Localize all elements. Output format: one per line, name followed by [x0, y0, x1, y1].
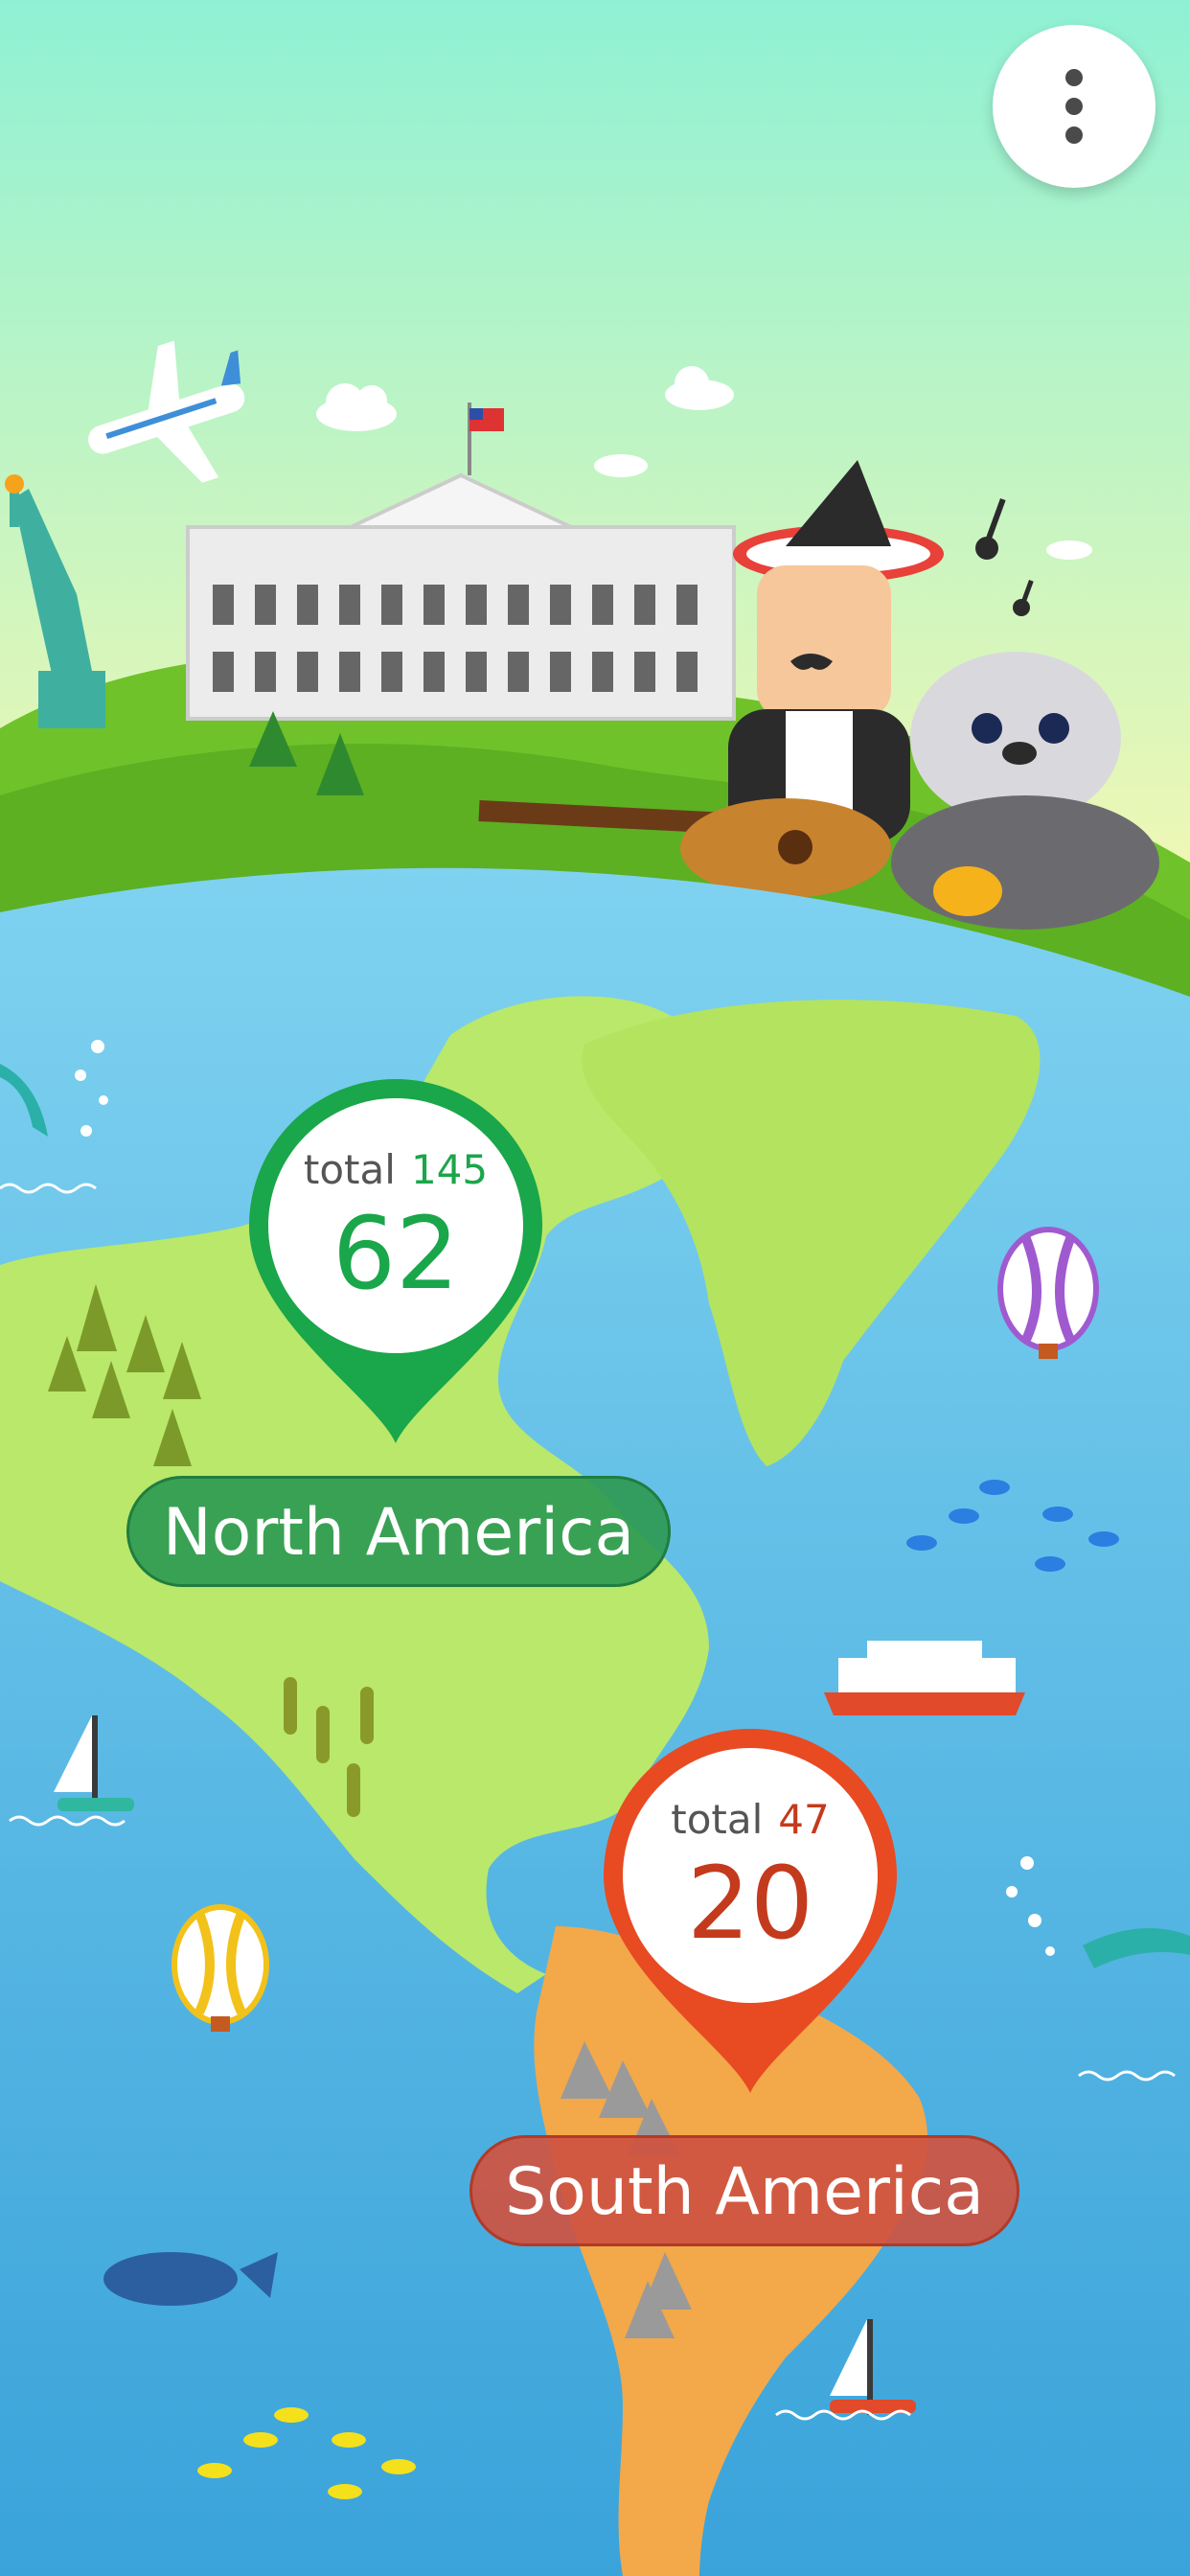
- more-vertical-icon: [1065, 69, 1083, 86]
- collected-count: 62: [332, 1195, 460, 1312]
- total-label: total: [671, 1796, 764, 1843]
- region-pin-north-america[interactable]: total 145 62: [230, 1060, 561, 1462]
- pin-face: total 145 62: [268, 1098, 523, 1353]
- total-label: total: [303, 1146, 396, 1193]
- total-value: 145: [410, 1146, 489, 1193]
- whale: [103, 2252, 238, 2306]
- region-label-south-america[interactable]: South America: [469, 2135, 1019, 2246]
- more-vertical-icon-dot: [1065, 98, 1083, 115]
- more-vertical-icon-dot: [1065, 126, 1083, 144]
- region-pin-south-america[interactable]: total 47 20: [584, 1710, 916, 2112]
- more-options-button[interactable]: [993, 25, 1156, 188]
- pin-face: total 47 20: [623, 1748, 878, 2003]
- region-label-north-america[interactable]: North America: [126, 1476, 671, 1587]
- collected-count: 20: [686, 1845, 814, 1962]
- total-line: total 47: [623, 1796, 878, 1843]
- total-value: 47: [778, 1796, 830, 1843]
- total-line: total 145: [268, 1146, 523, 1193]
